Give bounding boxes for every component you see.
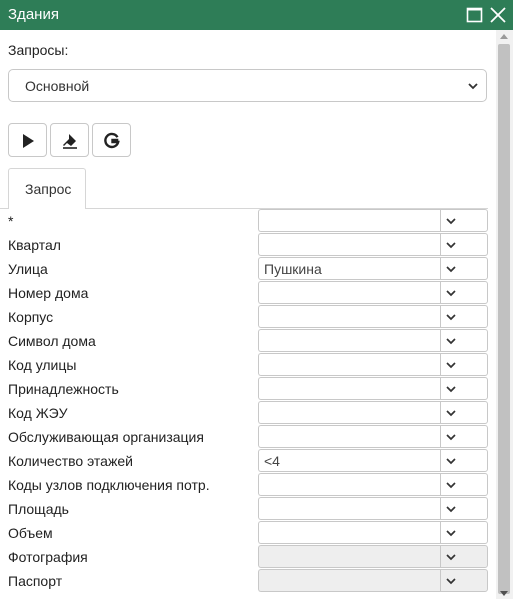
field-row: Код улицы bbox=[0, 353, 496, 377]
field-label: Код ЖЭУ bbox=[8, 405, 68, 421]
tab-query-label: Запрос bbox=[25, 181, 72, 197]
field-label: Улица bbox=[8, 261, 48, 277]
field-dropdown-button[interactable] bbox=[440, 401, 488, 424]
field-row: Площадь bbox=[0, 497, 496, 521]
field-label: Квартал bbox=[8, 237, 61, 253]
field-row: Код ЖЭУ bbox=[0, 401, 496, 425]
field-value-input[interactable] bbox=[258, 233, 440, 256]
window-content: Запросы: Основной Запрос * Квартал Улица… bbox=[0, 30, 496, 599]
field-dropdown-button[interactable] bbox=[440, 233, 488, 256]
field-value-input[interactable] bbox=[258, 377, 440, 400]
field-row: Принадлежность bbox=[0, 377, 496, 401]
field-row: * bbox=[0, 209, 496, 233]
title-bar[interactable]: Здания bbox=[0, 0, 513, 30]
field-value-input[interactable]: <4 bbox=[258, 449, 440, 472]
field-dropdown-button[interactable] bbox=[440, 305, 488, 328]
scroll-up-arrow-icon[interactable] bbox=[500, 34, 508, 39]
field-value-input[interactable]: Пушкина bbox=[258, 257, 440, 280]
field-label: Корпус bbox=[8, 309, 54, 325]
maximize-icon[interactable] bbox=[465, 5, 485, 25]
field-label: Количество этажей bbox=[8, 453, 133, 469]
field-value-input bbox=[258, 545, 440, 568]
field-row: Корпус bbox=[0, 305, 496, 329]
field-dropdown-button[interactable] bbox=[440, 449, 488, 472]
field-dropdown-button[interactable] bbox=[440, 281, 488, 304]
field-label: Код улицы bbox=[8, 357, 77, 373]
field-row: Паспорт bbox=[0, 569, 496, 593]
tab-query[interactable]: Запрос bbox=[8, 168, 86, 209]
vertical-scrollbar[interactable] bbox=[496, 30, 513, 599]
field-value-input[interactable] bbox=[258, 473, 440, 496]
field-label: Фотография bbox=[8, 549, 88, 565]
window-title: Здания bbox=[8, 6, 59, 23]
buildings-window: Здания Запросы: Основной Запрос * Кварта… bbox=[0, 0, 513, 599]
field-value-input[interactable] bbox=[258, 209, 440, 232]
field-value-input[interactable] bbox=[258, 353, 440, 376]
scroll-down-arrow-icon[interactable] bbox=[500, 591, 508, 596]
field-dropdown-button[interactable] bbox=[440, 521, 488, 544]
field-row: Символ дома bbox=[0, 329, 496, 353]
field-row: Квартал bbox=[0, 233, 496, 257]
field-row: Фотография bbox=[0, 545, 496, 569]
field-label: Принадлежность bbox=[8, 381, 119, 397]
close-icon[interactable] bbox=[488, 5, 508, 25]
field-row: Объем bbox=[0, 521, 496, 545]
field-dropdown-button[interactable] bbox=[440, 209, 488, 232]
field-value-input[interactable] bbox=[258, 497, 440, 520]
field-dropdown-button bbox=[440, 545, 488, 568]
field-label: Номер дома bbox=[8, 285, 89, 301]
queries-label: Запросы: bbox=[8, 42, 69, 58]
field-dropdown-button bbox=[440, 569, 488, 592]
field-dropdown-button[interactable] bbox=[440, 473, 488, 496]
field-label: Объем bbox=[8, 525, 53, 541]
field-row: Улица Пушкина bbox=[0, 257, 496, 281]
field-value-input[interactable] bbox=[258, 329, 440, 352]
field-row: Обслуживающая организация bbox=[0, 425, 496, 449]
field-label: * bbox=[8, 213, 14, 229]
google-search-button[interactable] bbox=[92, 123, 131, 157]
field-value-input[interactable] bbox=[258, 305, 440, 328]
run-query-button[interactable] bbox=[8, 123, 47, 157]
field-value-input[interactable] bbox=[258, 281, 440, 304]
field-dropdown-button[interactable] bbox=[440, 425, 488, 448]
field-dropdown-button[interactable] bbox=[440, 257, 488, 280]
tab-strip: Запрос bbox=[0, 168, 488, 209]
field-value-input[interactable] bbox=[258, 425, 440, 448]
field-row: Номер дома bbox=[0, 281, 496, 305]
field-label: Обслуживающая организация bbox=[8, 429, 204, 445]
field-dropdown-button[interactable] bbox=[440, 377, 488, 400]
field-dropdown-button[interactable] bbox=[440, 329, 488, 352]
query-select-value: Основной bbox=[25, 78, 90, 94]
query-select[interactable]: Основной bbox=[8, 69, 487, 102]
field-label: Символ дома bbox=[8, 333, 96, 349]
field-row: Количество этажей <4 bbox=[0, 449, 496, 473]
field-value-input[interactable] bbox=[258, 401, 440, 424]
field-value-input bbox=[258, 569, 440, 592]
clear-query-button[interactable] bbox=[50, 123, 89, 157]
field-label: Коды узлов подключения потр. bbox=[8, 477, 210, 493]
field-value-input[interactable] bbox=[258, 521, 440, 544]
field-dropdown-button[interactable] bbox=[440, 353, 488, 376]
scroll-thumb[interactable] bbox=[498, 44, 510, 594]
chevron-down-icon bbox=[466, 79, 480, 96]
field-dropdown-button[interactable] bbox=[440, 497, 488, 520]
field-label: Паспорт bbox=[8, 573, 63, 589]
field-row: Коды узлов подключения потр. bbox=[0, 473, 496, 497]
field-label: Площадь bbox=[8, 501, 69, 517]
